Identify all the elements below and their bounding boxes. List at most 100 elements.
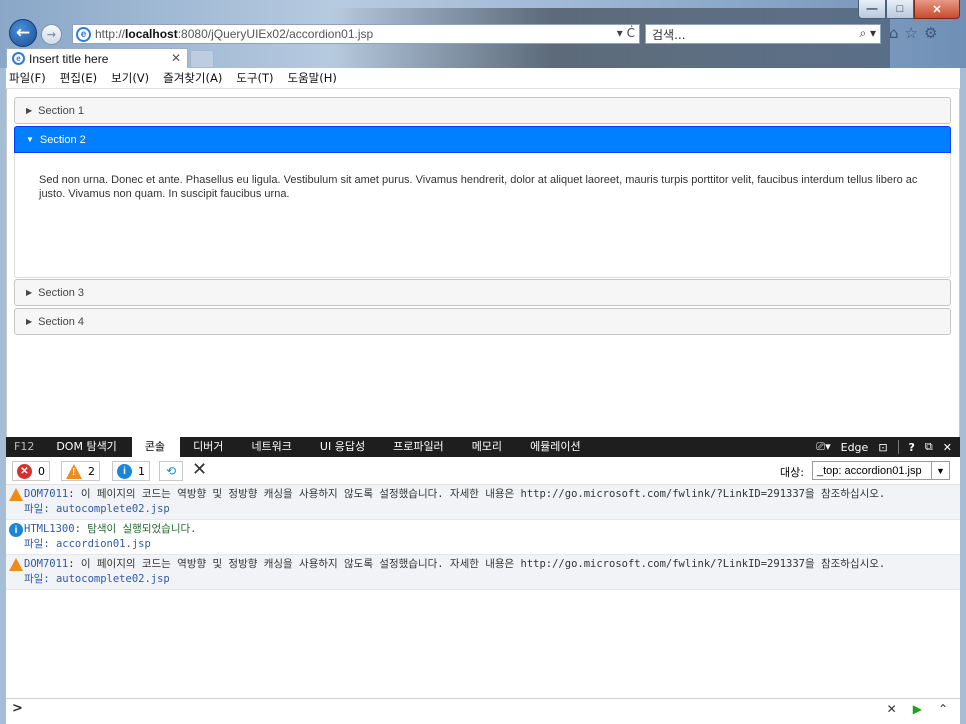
favorites-star-icon[interactable]: ☆: [905, 24, 918, 42]
menu-tools[interactable]: 도구(T): [236, 70, 273, 86]
close-devtools-icon[interactable]: ✕: [943, 441, 952, 454]
menu-view[interactable]: 보기(V): [111, 70, 149, 86]
run-script-icon[interactable]: ▶: [913, 702, 922, 716]
emulation-mode-label[interactable]: Edge: [841, 441, 869, 454]
console-message-info: i HTML1300: 탐색이 실행되었습니다. 파일: accordion01…: [6, 520, 960, 555]
back-arrow-icon: ←: [15, 23, 31, 43]
message-line: DOM7011: 이 페이지의 코드는 역방향 및 정방향 캐싱을 사용하지 않…: [24, 557, 960, 572]
address-path: :8080/jQueryUIEx02/accordion01.jsp: [177, 27, 374, 41]
warning-icon: [9, 488, 23, 501]
clear-console-icon[interactable]: ✕: [192, 459, 207, 480]
message-text: : 이 페이지의 코드는 역방향 및 정방향 캐싱을 사용하지 않도록 설정했습…: [68, 558, 886, 570]
menu-help[interactable]: 도움말(H): [288, 70, 337, 86]
toolbar-divider: [897, 440, 899, 454]
error-icon: ✕: [17, 463, 32, 479]
accordion-header-section-2[interactable]: ▼ Section 2: [14, 126, 951, 153]
tab-memory[interactable]: 메모리: [459, 437, 517, 457]
devtools-tab-bar: F12 DOM 탐색기 콘솔 디버거 네트워크 UI 응답성 프로파일러 메모리…: [6, 437, 960, 457]
browser-chrome: — □ ✕ ← → e http://localhost:8080/jQuery…: [0, 0, 966, 68]
tab-console[interactable]: 콘솔: [131, 437, 181, 457]
message-source-link[interactable]: 파일: autocomplete02.jsp: [24, 572, 960, 587]
window-controls: — □ ✕: [858, 0, 960, 20]
console-message-warning: DOM7011: 이 페이지의 코드는 역방향 및 정방향 캐싱을 사용하지 않…: [6, 555, 960, 590]
tab-emulation[interactable]: 에뮬레이션: [517, 437, 596, 457]
command-prompt-icon: >: [12, 701, 23, 716]
menu-edit[interactable]: 편집(E): [60, 70, 97, 86]
message-code: DOM7011: [24, 488, 69, 500]
back-button[interactable]: ←: [9, 19, 37, 47]
address-bar[interactable]: e http://localhost:8080/jQueryUIEx02/acc…: [72, 24, 640, 44]
address-host: localhost: [125, 27, 178, 41]
tab-profiler[interactable]: 프로파일러: [380, 437, 459, 457]
menu-file[interactable]: 파일(F): [9, 70, 46, 86]
devtools-right-controls: ⎚▾ Edge ⊡ ? ⧉ ✕: [816, 437, 952, 457]
accordion-header-section-4[interactable]: ▶ Section 4: [14, 308, 951, 335]
tab-strip: e Insert title here ✕: [0, 46, 966, 68]
error-filter-button[interactable]: ✕ 0: [12, 461, 50, 481]
warning-filter-button[interactable]: 2: [61, 461, 100, 481]
forward-button[interactable]: →: [41, 24, 62, 45]
accordion-header-section-3[interactable]: ▶ Section 3: [14, 279, 951, 306]
message-line: HTML1300: 탐색이 실행되었습니다.: [24, 522, 960, 537]
info-filter-button[interactable]: i 1: [112, 461, 150, 481]
target-select-value: _top: accordion01.jsp: [817, 464, 922, 477]
collapsed-arrow-icon: ▶: [26, 317, 33, 326]
help-button[interactable]: ?: [909, 441, 915, 454]
undock-icon[interactable]: ⧉: [925, 440, 933, 454]
minimize-button[interactable]: —: [858, 0, 886, 19]
search-placeholder: 검색...: [652, 27, 686, 42]
browser-tab[interactable]: e Insert title here ✕: [6, 48, 188, 68]
console-command-line[interactable]: > ✕ ▶ ⌃: [6, 698, 960, 720]
error-count: 0: [38, 464, 45, 478]
ie-page-icon: e: [76, 26, 91, 42]
console-toggle-icon[interactable]: ⊡: [878, 441, 887, 454]
search-box[interactable]: 검색... ⌕ ▾: [645, 24, 881, 44]
refresh-icon[interactable]: ▾ Ċ: [617, 26, 635, 40]
tab-network[interactable]: 네트워크: [238, 437, 306, 457]
devtools-f12-label: F12: [14, 440, 35, 453]
page-content: ▶ Section 1 ▼ Section 2 Sed non urna. Do…: [6, 89, 960, 437]
collapsed-arrow-icon: ▶: [26, 288, 33, 297]
accordion-panel-text: Sed non urna. Donec et ante. Phasellus e…: [39, 174, 918, 200]
menu-bar: 파일(F) 편집(E) 보기(V) 즐겨찾기(A) 도구(T) 도움말(H): [6, 68, 960, 89]
address-url[interactable]: http://localhost:8080/jQueryUIEx02/accor…: [95, 27, 373, 41]
settings-gear-icon[interactable]: ⚙: [924, 24, 937, 42]
command-buttons: ✕ ▶ ⌃: [887, 702, 948, 716]
search-icon[interactable]: ⌕ ▾: [859, 26, 876, 41]
warning-icon: [66, 463, 82, 479]
tab-dom-explorer[interactable]: DOM 탐색기: [43, 437, 131, 457]
emulation-device-icon[interactable]: ⎚▾: [816, 440, 830, 454]
target-select[interactable]: _top: accordion01.jsp ▼: [812, 461, 950, 480]
message-code: DOM7011: [24, 558, 69, 570]
tab-debugger[interactable]: 디버거: [180, 437, 238, 457]
clear-on-navigate-icon: ⟲: [165, 464, 177, 478]
accordion-header-label: Section 3: [38, 286, 85, 299]
home-icon[interactable]: ⌂: [889, 24, 899, 42]
message-text: : 이 페이지의 코드는 역방향 및 정방향 캐싱을 사용하지 않도록 설정했습…: [68, 488, 886, 500]
expand-multiline-icon[interactable]: ⌃: [938, 702, 948, 716]
console-toolbar: ✕ 0 2 i 1 ⟲ ✕ 대상: _top: accordion01.jsp …: [6, 457, 960, 485]
message-source-link[interactable]: 파일: autocomplete02.jsp: [24, 502, 960, 517]
clear-on-navigate-button[interactable]: ⟲: [159, 461, 183, 481]
message-line: DOM7011: 이 페이지의 코드는 역방향 및 정방향 캐싱을 사용하지 않…: [24, 487, 960, 502]
new-tab-button[interactable]: [190, 50, 214, 68]
accordion-header-label: Section 2: [39, 133, 86, 146]
tab-ui-responsiveness[interactable]: UI 응답성: [307, 437, 380, 457]
tab-title: Insert title here: [29, 51, 109, 66]
message-source-link[interactable]: 파일: accordion01.jsp: [24, 537, 960, 552]
warning-count: 2: [88, 464, 95, 478]
clear-command-icon[interactable]: ✕: [887, 702, 897, 716]
chevron-down-icon: ▼: [931, 462, 949, 479]
toolbar-icons: ⌂ ☆ ⚙: [889, 24, 937, 42]
tab-close-icon[interactable]: ✕: [171, 51, 181, 65]
message-code: HTML1300: [24, 523, 75, 535]
menu-favorites[interactable]: 즐겨찾기(A): [163, 70, 222, 86]
accordion-header-section-1[interactable]: ▶ Section 1: [14, 97, 951, 124]
console-output: DOM7011: 이 페이지의 코드는 역방향 및 정방향 캐싱을 사용하지 않…: [6, 485, 960, 698]
accordion-panel-section-2: Sed non urna. Donec et ante. Phasellus e…: [14, 153, 951, 278]
close-window-button[interactable]: ✕: [914, 0, 960, 19]
address-protocol: http://: [95, 27, 126, 41]
collapsed-arrow-icon: ▶: [26, 106, 33, 115]
maximize-button[interactable]: □: [886, 0, 914, 19]
window-frame-right: [960, 68, 966, 724]
